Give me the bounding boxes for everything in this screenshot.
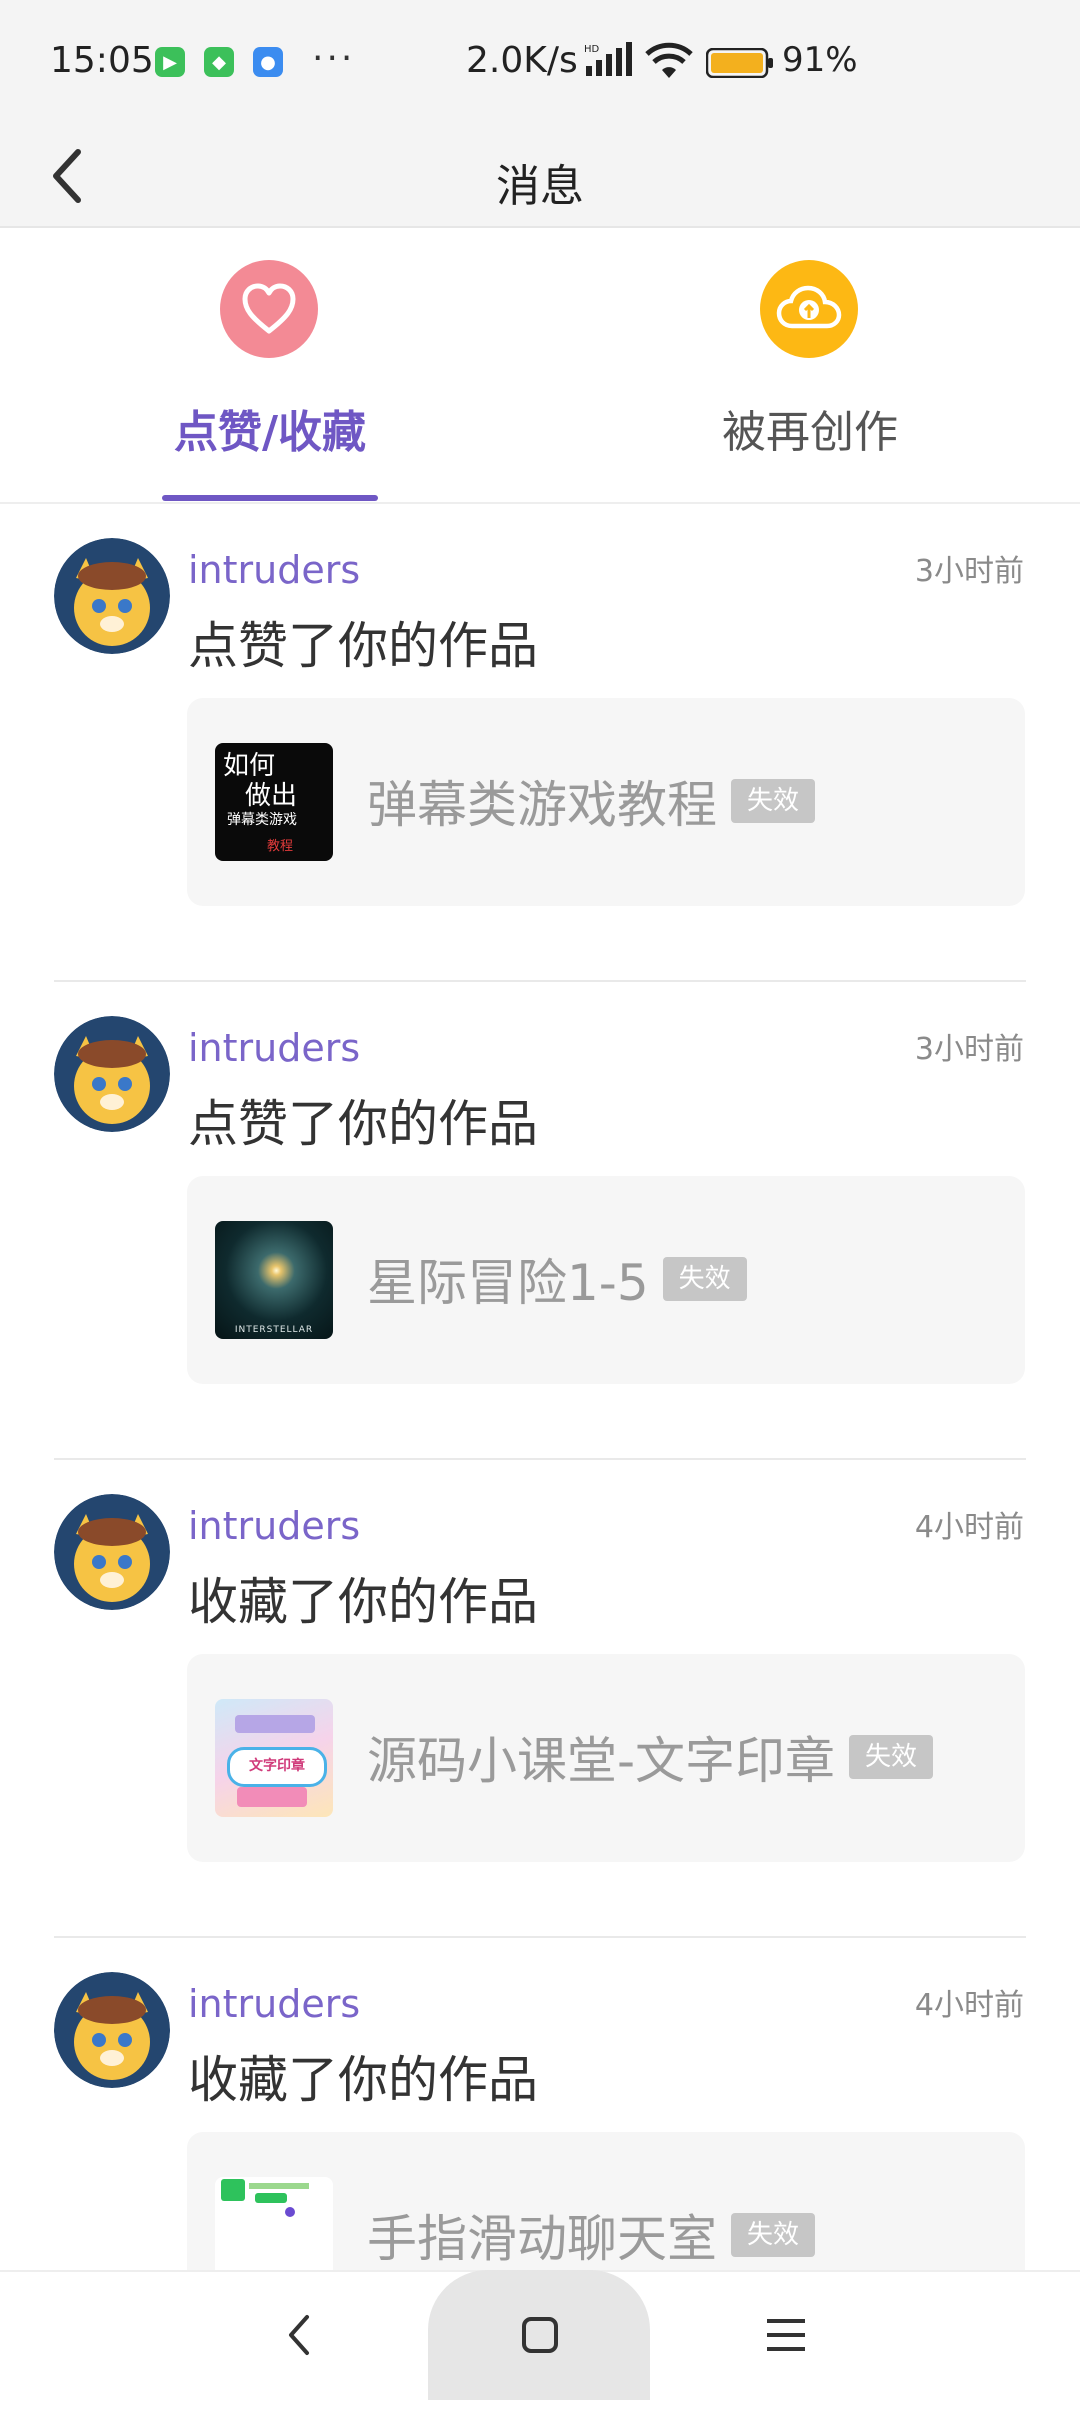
status-time: 15:05 [50, 40, 154, 81]
username[interactable]: intruders [188, 1982, 360, 2026]
avatar[interactable] [54, 538, 170, 654]
home-icon [522, 2317, 558, 2353]
back-icon [289, 2315, 309, 2355]
action-text: 点赞了你的作品 [188, 617, 538, 675]
nav-home-button[interactable] [500, 2270, 580, 2400]
timestamp: 3小时前 [914, 554, 1024, 589]
username[interactable]: intruders [188, 1026, 360, 1070]
more-notifications-icon: ··· [312, 38, 356, 79]
status-badge: 失效 [731, 779, 816, 823]
avatar[interactable] [54, 1972, 170, 2088]
cloud-icon [760, 260, 858, 358]
thumb-text: 做出 [245, 781, 298, 811]
thumb-text: 教程 [267, 839, 294, 854]
action-text: 收藏了你的作品 [188, 1573, 538, 1631]
timestamp: 4小时前 [914, 1988, 1024, 2023]
work-title: 手指滑动聊天室 [367, 2210, 717, 2268]
timestamp: 4小时前 [914, 1510, 1024, 1545]
work-title: 星际冒险1-5 [367, 1254, 649, 1312]
action-text: 收藏了你的作品 [188, 2051, 538, 2109]
work-thumbnail: 如何 做出 弹幕类游戏 教程 [215, 743, 333, 861]
menu-icon [767, 2319, 805, 2351]
status-bar: 15:05 ▶ ◆ ● ··· 2.0K/s HD 91% [0, 0, 1080, 128]
tab-bar: 点赞/收藏 被再创作 [0, 228, 1080, 504]
battery-icon [706, 48, 773, 78]
timestamp: 3小时前 [914, 1032, 1024, 1067]
list-item[interactable]: intruders 3小时前 点赞了你的作品 INTERSTELLAR 星际冒险… [0, 982, 1080, 1460]
network-speed: 2.0K/s [466, 40, 578, 81]
username[interactable]: intruders [188, 548, 360, 592]
nav-menu-button[interactable] [746, 2270, 826, 2400]
work-thumbnail: INTERSTELLAR [215, 1221, 333, 1339]
signal-icon: HD [584, 42, 632, 76]
browser-icon: ● [253, 47, 283, 77]
work-title: 弹幕类游戏教程 [367, 776, 717, 834]
avatar[interactable] [54, 1016, 170, 1132]
work-card[interactable]: INTERSTELLAR 星际冒险1-5 失效 [187, 1176, 1025, 1384]
wifi-icon [645, 42, 693, 78]
avatar[interactable] [54, 1494, 170, 1610]
work-title: 源码小课堂-文字印章 [367, 1732, 836, 1790]
action-text: 点赞了你的作品 [188, 1095, 538, 1153]
tab-label-remixed: 被再创作 [722, 407, 898, 458]
tab-likes-favorites[interactable]: 点赞/收藏 [0, 228, 540, 502]
work-thumbnail: 文字印章 [215, 1699, 333, 1817]
tab-label-likes: 点赞/收藏 [173, 407, 367, 458]
app-header: 消息 [0, 128, 1080, 228]
status-badge: 失效 [731, 2213, 816, 2257]
thumb-caption: INTERSTELLAR [234, 1325, 314, 1335]
svg-text:HD: HD [584, 44, 600, 55]
status-badge: 失效 [662, 1257, 747, 1301]
active-tab-indicator [162, 495, 378, 501]
battery-percent: 91% [782, 40, 858, 80]
status-badge: 失效 [849, 1735, 934, 1779]
username[interactable]: intruders [188, 1504, 360, 1548]
nav-back-button[interactable] [260, 2270, 340, 2400]
tab-remixed[interactable]: 被再创作 [540, 228, 1080, 502]
work-card[interactable]: 如何 做出 弹幕类游戏 教程 弹幕类游戏教程 失效 [187, 698, 1025, 906]
wechat-icon: ▶ [155, 47, 185, 77]
list-item[interactable]: intruders 4小时前 收藏了你的作品 文字印章 源码小课堂-文字印章 失… [0, 1460, 1080, 1938]
work-card[interactable]: 文字印章 源码小课堂-文字印章 失效 [187, 1654, 1025, 1862]
thumb-text: 弹幕类游戏 [227, 812, 297, 828]
thumb-text: 文字印章 [249, 1758, 305, 1774]
page-title: 消息 [496, 161, 584, 212]
list-item[interactable]: intruders 3小时前 点赞了你的作品 如何 做出 弹幕类游戏 教程 弹幕… [0, 504, 1080, 982]
shield-icon: ◆ [204, 47, 234, 77]
heart-icon [220, 260, 318, 358]
